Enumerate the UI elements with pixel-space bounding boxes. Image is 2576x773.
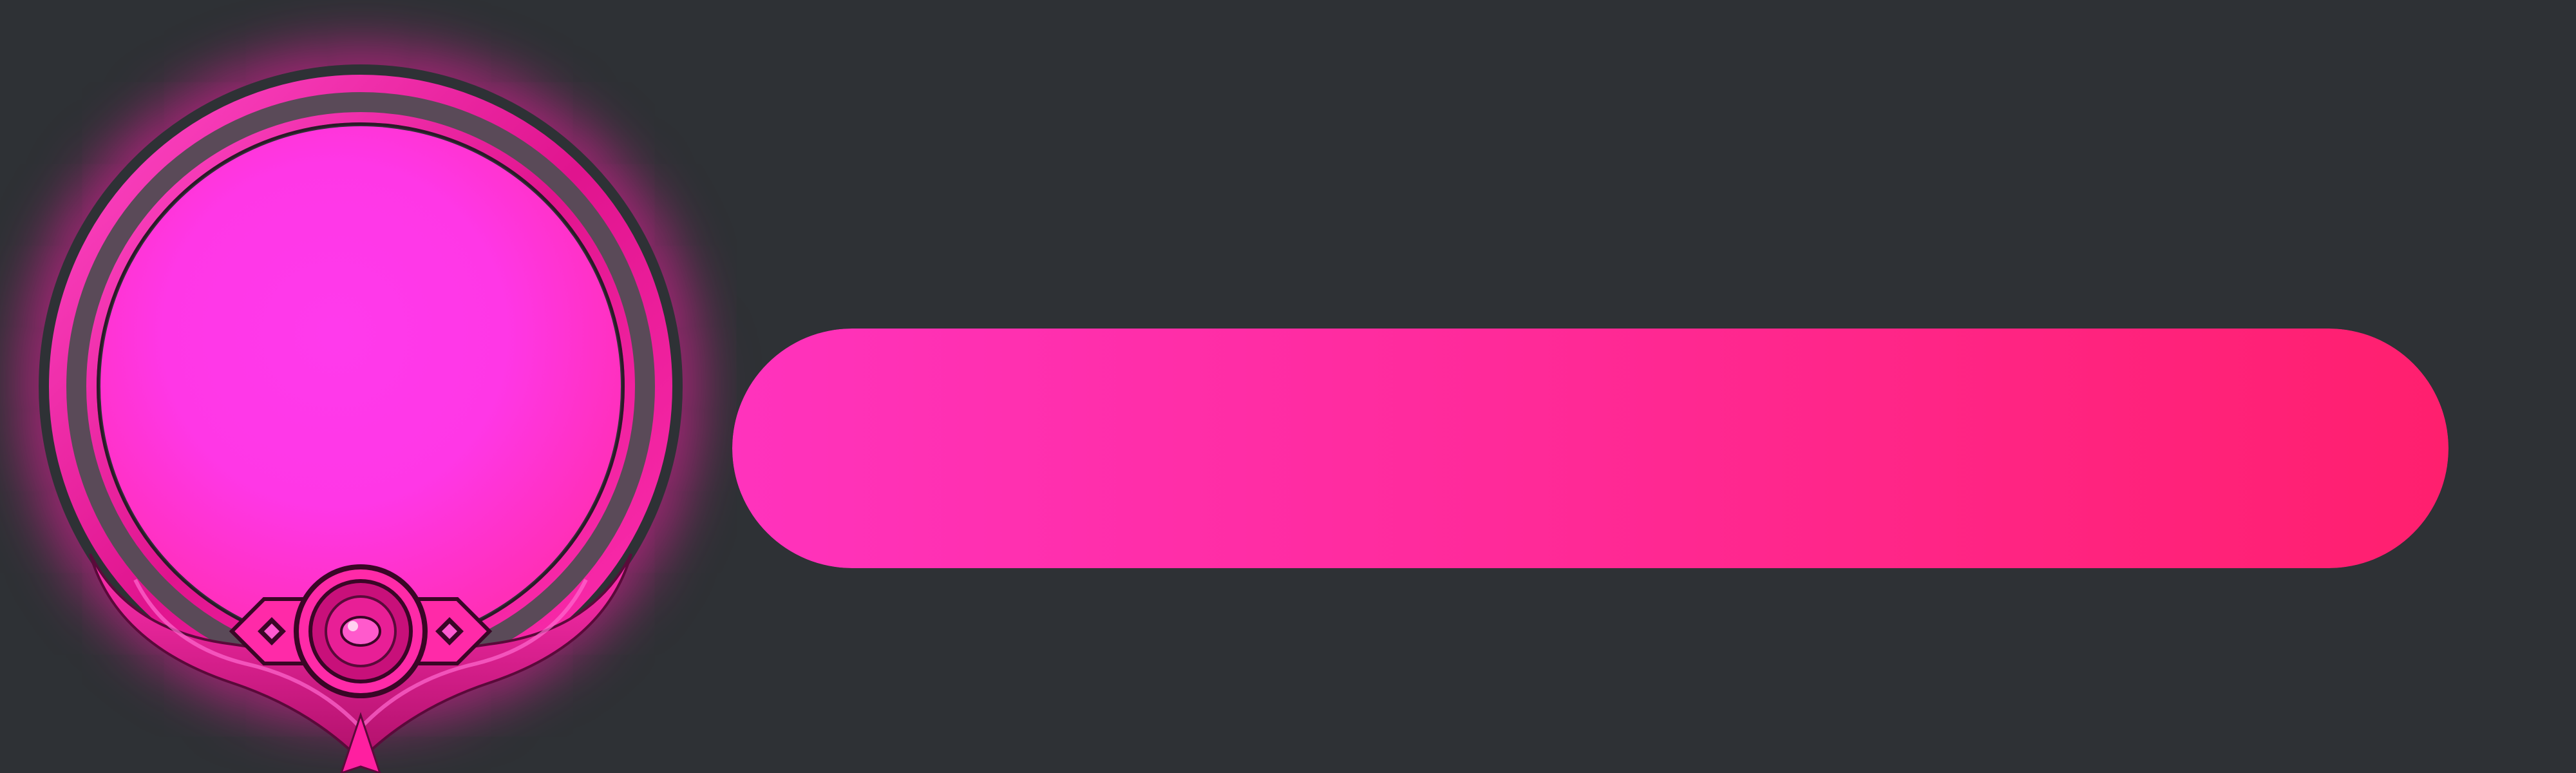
progress-fill	[732, 329, 2448, 568]
progress-bar	[732, 329, 2448, 568]
eye-gem-icon	[294, 564, 428, 698]
profile-frame-icon	[49, 75, 672, 773]
avatar-frame[interactable]	[39, 64, 683, 773]
profile-banner	[0, 0, 2576, 773]
